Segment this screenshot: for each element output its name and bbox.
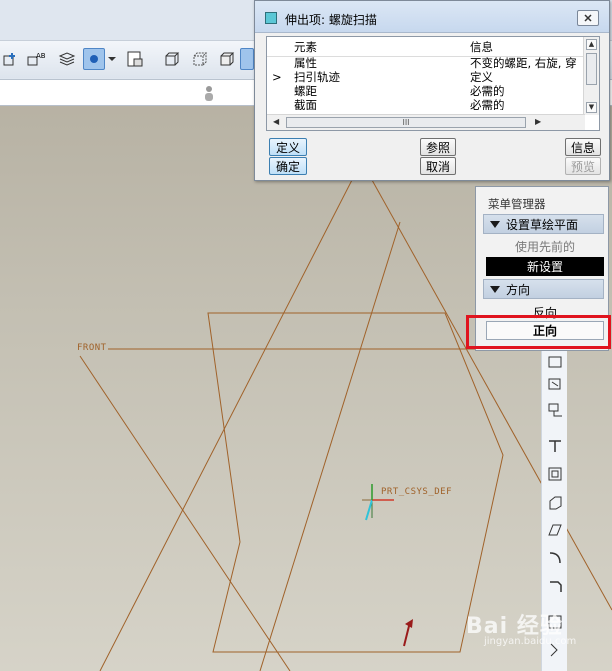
scroll-up-icon[interactable]: ▲: [586, 39, 597, 50]
dialog-title-bar[interactable]: 伸出项: 螺旋扫描: [255, 1, 609, 33]
sketch-tool-icon[interactable]: [546, 437, 564, 455]
table-header: 元素 信息: [267, 37, 585, 57]
row-element: 截面: [294, 99, 317, 110]
collapse-triangle-icon: [490, 285, 500, 293]
table-row[interactable]: > 扫引轨迹 定义: [267, 71, 585, 85]
datum-axis-icon[interactable]: [546, 375, 564, 393]
row-info: 定义: [470, 71, 493, 84]
insert-icon[interactable]: [0, 48, 22, 70]
table-row[interactable]: 螺距 必需的: [267, 85, 585, 99]
front-plane-label: FRONT: [77, 343, 107, 353]
direction-arrow: [403, 619, 413, 647]
dialog-title: 伸出项: 螺旋扫描: [285, 13, 377, 27]
revolve-icon[interactable]: [546, 493, 564, 511]
annotation-icon[interactable]: AB: [26, 48, 48, 70]
menu-item-use-previous[interactable]: 使用先前的: [486, 237, 604, 256]
cancel-button[interactable]: 取消: [420, 157, 456, 175]
ok-button[interactable]: 确定: [269, 157, 307, 175]
round-icon[interactable]: [546, 577, 564, 595]
preview-button[interactable]: 预览: [565, 157, 601, 175]
info-button[interactable]: 信息: [565, 138, 601, 156]
layers-icon[interactable]: [56, 48, 78, 70]
csys-label: PRT_CSYS_DEF: [381, 487, 453, 497]
column-header-element: 元素: [294, 40, 317, 54]
chevron-down-icon[interactable]: [106, 48, 118, 70]
horizontal-scroll-thumb[interactable]: III: [286, 117, 526, 128]
highlight-box: [466, 315, 611, 349]
datum-point-icon[interactable]: [546, 401, 564, 419]
section-setup-sketch-plane[interactable]: 设置草绘平面: [483, 214, 604, 234]
row-marker: >: [272, 71, 282, 84]
watermark-url: jingyan.baidu.com: [484, 636, 577, 647]
collapse-triangle-icon: [490, 220, 500, 228]
view-mode-icon[interactable]: [240, 48, 254, 70]
reference-button[interactable]: 参照: [420, 138, 456, 156]
extrude-icon[interactable]: [546, 465, 564, 483]
table-row[interactable]: 属性 不变的螺距, 右旋, 穿: [267, 57, 585, 71]
row-element: 扫引轨迹: [294, 71, 340, 84]
row-element: 螺距: [294, 85, 317, 98]
view-hidden-icon[interactable]: [188, 48, 210, 70]
save-view-icon[interactable]: [124, 48, 146, 70]
section-label: 设置草绘平面: [506, 217, 579, 232]
table-row[interactable]: 截面 必需的: [267, 99, 585, 110]
column-header-info: 信息: [470, 40, 493, 54]
svg-text:AB: AB: [36, 52, 46, 60]
row-element: 属性: [294, 57, 317, 70]
view-iso-icon[interactable]: [160, 48, 182, 70]
element-table[interactable]: 元素 信息 属性 不变的螺距, 右旋, 穿 > 扫引轨迹 定义 螺距 必需的 截…: [266, 36, 600, 131]
menu-manager-title: 菜单管理器: [488, 197, 546, 211]
row-info: 必需的: [470, 85, 505, 98]
datum-plane-icon[interactable]: [546, 353, 564, 371]
vertical-scrollbar[interactable]: ▲ ▼: [583, 37, 599, 115]
close-icon: [584, 14, 592, 22]
spin-center-icon[interactable]: [202, 84, 216, 102]
helical-sweep-dialog: 伸出项: 螺旋扫描 元素 信息 属性 不变的螺距, 右旋, 穿 > 扫引轨迹 定…: [254, 0, 610, 181]
front-plane-diagonal: [79, 355, 291, 671]
define-button[interactable]: 定义: [269, 138, 307, 156]
hexagon-inner-edge: [259, 221, 401, 671]
section-label: 方向: [506, 282, 531, 297]
display-style-icon[interactable]: [83, 48, 105, 70]
scroll-right-icon[interactable]: ▶: [535, 117, 541, 126]
menu-item-new-setting[interactable]: 新设置: [486, 257, 604, 276]
blend-icon[interactable]: [546, 549, 564, 567]
sweep-icon[interactable]: [546, 521, 564, 539]
row-info: 必需的: [470, 99, 505, 110]
row-info: 不变的螺距, 右旋, 穿: [470, 57, 577, 70]
close-button[interactable]: [577, 10, 599, 26]
scroll-left-icon[interactable]: ◀: [273, 117, 279, 126]
feature-icon: [265, 12, 277, 24]
scroll-down-icon[interactable]: ▼: [586, 102, 597, 113]
section-direction[interactable]: 方向: [483, 279, 604, 299]
view-shaded-icon[interactable]: [215, 48, 237, 70]
horizontal-scrollbar[interactable]: ◀ III ▶: [267, 114, 585, 130]
scroll-thumb[interactable]: [586, 53, 597, 85]
